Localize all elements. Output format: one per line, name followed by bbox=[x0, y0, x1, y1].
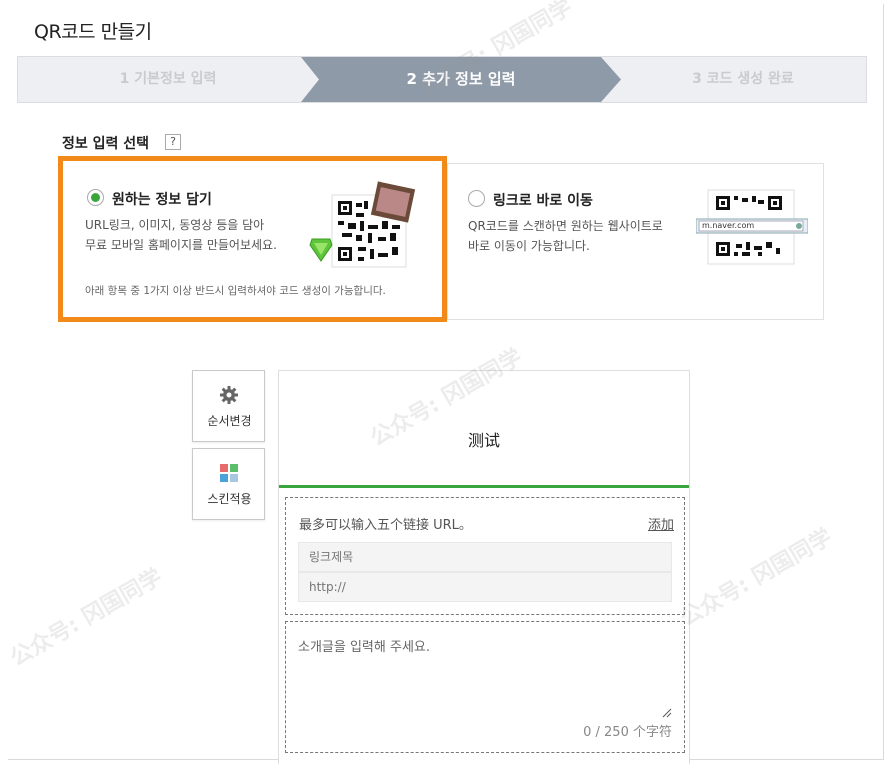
resize-handle-icon[interactable] bbox=[662, 708, 672, 718]
qr-link-url: m.naver.com bbox=[702, 221, 755, 230]
option-link-desc-2: 바로 이동이 가능합니다. bbox=[468, 239, 590, 253]
skin-apply-label: 스킨적용 bbox=[207, 492, 252, 506]
option-info-desc-1: URL링크, 이미지, 동영상 등을 담아 bbox=[85, 218, 265, 232]
option-info-desc-2: 무료 모바일 홈페이지를 만들어보세요. bbox=[85, 238, 277, 252]
panel-title[interactable]: 测试 bbox=[279, 427, 689, 451]
option-link-desc-1: QR코드를 스캔하면 원하는 웹사이트로 bbox=[468, 219, 663, 233]
intro-textarea[interactable]: 소개글을 입력해 주세요. 0 / 250 个字符 bbox=[285, 621, 685, 753]
link-section: 最多可以输入五个链接 URL。 添加 bbox=[285, 497, 685, 615]
section-label: 정보 입력 선택 bbox=[62, 136, 150, 152]
radio-link-direct[interactable] bbox=[468, 190, 485, 207]
page-title: QR코드 만들기 bbox=[34, 21, 152, 43]
option-info-note: 아래 항목 중 1가지 이상 반드시 입력하셔야 코드 생성이 가능합니다. bbox=[85, 285, 386, 297]
radio-info-content[interactable] bbox=[87, 189, 104, 206]
qr-link-illustration: m.naver.com bbox=[695, 186, 809, 268]
gear-icon bbox=[220, 386, 238, 404]
step-1: 1 기본정보 입력 bbox=[119, 71, 217, 87]
reorder-label: 순서변경 bbox=[207, 414, 252, 428]
skin-apply-button[interactable]: 스킨적용 bbox=[192, 448, 265, 520]
reorder-button[interactable]: 순서변경 bbox=[192, 370, 265, 442]
link-hint: 最多可以输入五个链接 URL。 bbox=[299, 518, 472, 533]
link-title-input[interactable] bbox=[298, 542, 672, 572]
intro-placeholder: 소개글을 입력해 주세요. bbox=[298, 640, 430, 655]
char-counter: 0 / 250 个字符 bbox=[583, 725, 672, 740]
option-link-direct[interactable]: 링크로 바로 이동 QR코드를 스캔하면 원하는 웹사이트로 바로 이동이 가능… bbox=[447, 163, 824, 320]
option-info-content[interactable]: 원하는 정보 담기 URL링크, 이미지, 동영상 등을 담아 무료 모바일 홈… bbox=[58, 156, 447, 322]
option-link-title: 링크로 바로 이동 bbox=[493, 193, 593, 209]
step-3: 3 코드 생성 완료 bbox=[692, 71, 794, 87]
editor-panel: 测试 最多可以输入五个链接 URL。 添加 소개글을 입력해 주세요. 0 / … bbox=[278, 370, 690, 764]
qr-info-illustration bbox=[308, 181, 420, 271]
help-icon[interactable]: ? bbox=[165, 134, 181, 150]
add-link-button[interactable]: 添加 bbox=[648, 514, 674, 533]
skin-palette-icon bbox=[220, 464, 238, 482]
option-info-title: 원하는 정보 담기 bbox=[112, 192, 212, 208]
link-url-input[interactable] bbox=[298, 572, 672, 602]
